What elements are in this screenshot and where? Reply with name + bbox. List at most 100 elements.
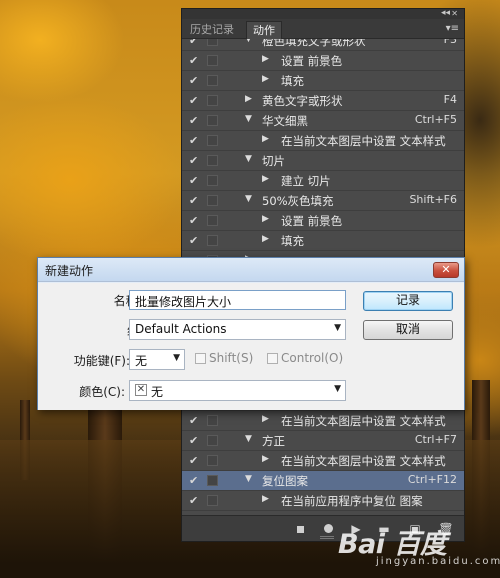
- record-button[interactable]: 记录: [363, 291, 453, 311]
- action-shortcut: F3: [443, 39, 457, 46]
- action-row[interactable]: ✔ ▼ 复位图案 Ctrl+F12: [182, 471, 464, 491]
- action-row[interactable]: ✔ ▶ 在当前应用程序中复位 图案: [182, 491, 464, 511]
- record-icon[interactable]: [320, 521, 336, 537]
- checkmark-icon[interactable]: ✔: [189, 74, 198, 87]
- action-row[interactable]: ✔ ▼ 橙色填充文字或形状 F3: [182, 39, 464, 51]
- dialog-toggle-box[interactable]: [207, 215, 218, 226]
- resize-grip[interactable]: [320, 536, 334, 539]
- checkmark-icon[interactable]: ✔: [189, 434, 198, 447]
- collapsed-triangle-icon[interactable]: ▶: [245, 94, 252, 104]
- action-row[interactable]: ✔ ▶ 填充: [182, 71, 464, 91]
- dialog-toggle-box[interactable]: [207, 495, 218, 506]
- dialog-toggle-box[interactable]: [207, 39, 218, 46]
- action-row[interactable]: ✔ ▶ 在当前文本图层中设置 文本样式: [182, 131, 464, 151]
- cancel-button[interactable]: 取消: [363, 320, 453, 340]
- checkmark-icon[interactable]: ✔: [189, 214, 198, 227]
- dialog-titlebar[interactable]: 新建动作 ✕: [38, 258, 464, 282]
- set-select[interactable]: Default Actions ▼: [129, 319, 346, 340]
- action-row[interactable]: ✔ ▶ 设置 前景色: [182, 51, 464, 71]
- collapsed-triangle-icon[interactable]: ▶: [262, 214, 269, 224]
- chevron-down-icon: ▼: [334, 323, 341, 333]
- expanded-triangle-icon[interactable]: ▼: [245, 194, 252, 204]
- action-row[interactable]: ✔ ▼ 方正 Ctrl+F7: [182, 431, 464, 451]
- checkmark-icon[interactable]: ✔: [189, 174, 198, 187]
- action-label: 橙色填充文字或形状: [262, 39, 366, 48]
- dialog-toggle-box[interactable]: [207, 55, 218, 66]
- panel-menu-icon[interactable]: ▾≡: [446, 23, 459, 34]
- action-row[interactable]: ✔ ▶ 设置 前景色: [182, 211, 464, 231]
- panel-collapse-icon[interactable]: ◂◂: [441, 8, 450, 18]
- action-label: 在当前应用程序中复位 图案: [281, 494, 423, 508]
- expanded-triangle-icon[interactable]: ▼: [245, 434, 252, 444]
- collapsed-triangle-icon[interactable]: ▶: [262, 494, 269, 504]
- control-checkbox[interactable]: [267, 353, 278, 364]
- dialog-toggle-box[interactable]: [207, 135, 218, 146]
- new-action-dialog: 新建动作 ✕ 名称(N): 批量修改图片大小 组(E): Default Act…: [37, 257, 465, 410]
- stop-icon[interactable]: [292, 521, 308, 537]
- dialog-toggle-box[interactable]: [207, 175, 218, 186]
- checkmark-icon[interactable]: ✔: [189, 39, 198, 47]
- chevron-down-icon: ▼: [173, 353, 180, 363]
- expanded-triangle-icon[interactable]: ▼: [245, 39, 252, 44]
- dialog-toggle-box[interactable]: [207, 75, 218, 86]
- dialog-toggle-box[interactable]: [207, 235, 218, 246]
- chevron-down-icon: ▼: [334, 384, 341, 394]
- checkmark-icon[interactable]: ✔: [189, 414, 198, 427]
- expanded-triangle-icon[interactable]: ▼: [245, 154, 252, 164]
- checkmark-icon[interactable]: ✔: [189, 234, 198, 247]
- checkmark-icon[interactable]: ✔: [189, 194, 198, 207]
- panel-close-icon[interactable]: ✕: [451, 9, 458, 18]
- collapsed-triangle-icon[interactable]: ▶: [262, 54, 269, 64]
- dialog-toggle-box[interactable]: [207, 195, 218, 206]
- collapsed-triangle-icon[interactable]: ▶: [262, 234, 269, 244]
- expanded-triangle-icon[interactable]: ▼: [245, 474, 252, 484]
- checkmark-icon[interactable]: ✔: [189, 54, 198, 67]
- action-label: 在当前文本图层中设置 文本样式: [281, 454, 446, 468]
- shift-checkbox[interactable]: [195, 353, 206, 364]
- action-row[interactable]: ✔ ▼ 切片: [182, 151, 464, 171]
- dialog-toggle-box[interactable]: [207, 435, 218, 446]
- checkmark-icon[interactable]: ✔: [189, 474, 198, 487]
- checkmark-icon[interactable]: ✔: [189, 454, 198, 467]
- checkmark-icon[interactable]: ✔: [189, 94, 198, 107]
- action-row[interactable]: ✔ ▶ 填充: [182, 231, 464, 251]
- dialog-toggle-box[interactable]: [207, 95, 218, 106]
- checkmark-icon[interactable]: ✔: [189, 114, 198, 127]
- collapsed-triangle-icon[interactable]: ▶: [262, 414, 269, 424]
- action-label: 设置 前景色: [281, 214, 343, 228]
- dialog-toggle-box[interactable]: [207, 475, 218, 486]
- dialog-close-button[interactable]: ✕: [433, 262, 459, 278]
- expanded-triangle-icon[interactable]: ▼: [245, 114, 252, 124]
- action-label: 50%灰色填充: [262, 194, 334, 208]
- action-row[interactable]: ✔ ▼ 50%灰色填充 Shift+F6: [182, 191, 464, 211]
- dialog-toggle-box[interactable]: [207, 415, 218, 426]
- action-label: 填充: [281, 74, 304, 88]
- action-label: 黄色文字或形状: [262, 94, 343, 108]
- dialog-toggle-box[interactable]: [207, 115, 218, 126]
- checkmark-icon[interactable]: ✔: [189, 134, 198, 147]
- checkmark-icon[interactable]: ✔: [189, 494, 198, 507]
- action-shortcut: F4: [443, 93, 457, 106]
- tab-history[interactable]: 历史记录: [184, 21, 240, 39]
- action-shortcut: Shift+F6: [409, 193, 457, 206]
- action-row[interactable]: ✔ ▼ 华文细黑 Ctrl+F5: [182, 111, 464, 131]
- collapsed-triangle-icon[interactable]: ▶: [262, 174, 269, 184]
- name-input[interactable]: 批量修改图片大小: [129, 290, 346, 310]
- dialog-toggle-box[interactable]: [207, 455, 218, 466]
- collapsed-triangle-icon[interactable]: ▶: [262, 134, 269, 144]
- tab-actions[interactable]: 动作: [246, 21, 282, 39]
- dialog-toggle-box[interactable]: [207, 155, 218, 166]
- collapsed-triangle-icon[interactable]: ▶: [262, 454, 269, 464]
- function-key-select[interactable]: 无 ▼: [129, 349, 185, 370]
- action-row[interactable]: ✔ ▶ 黄色文字或形状 F4: [182, 91, 464, 111]
- action-row[interactable]: ✔ ▶ 在当前文本图层中设置 文本样式: [182, 451, 464, 471]
- color-select[interactable]: ✕ 无 ▼: [129, 380, 346, 401]
- control-label: Control(O): [281, 351, 344, 365]
- action-row[interactable]: ✔ ▶ 建立 切片: [182, 171, 464, 191]
- checkmark-icon[interactable]: ✔: [189, 154, 198, 167]
- dialog-body: 名称(N): 批量修改图片大小 组(E): Default Actions ▼ …: [38, 283, 464, 410]
- action-label: 复位图案: [262, 474, 308, 488]
- panel-title-strip[interactable]: ◂◂ ✕: [182, 8, 464, 19]
- action-row[interactable]: ✔ ▶ 在当前文本图层中设置 文本样式: [182, 411, 464, 431]
- collapsed-triangle-icon[interactable]: ▶: [262, 74, 269, 84]
